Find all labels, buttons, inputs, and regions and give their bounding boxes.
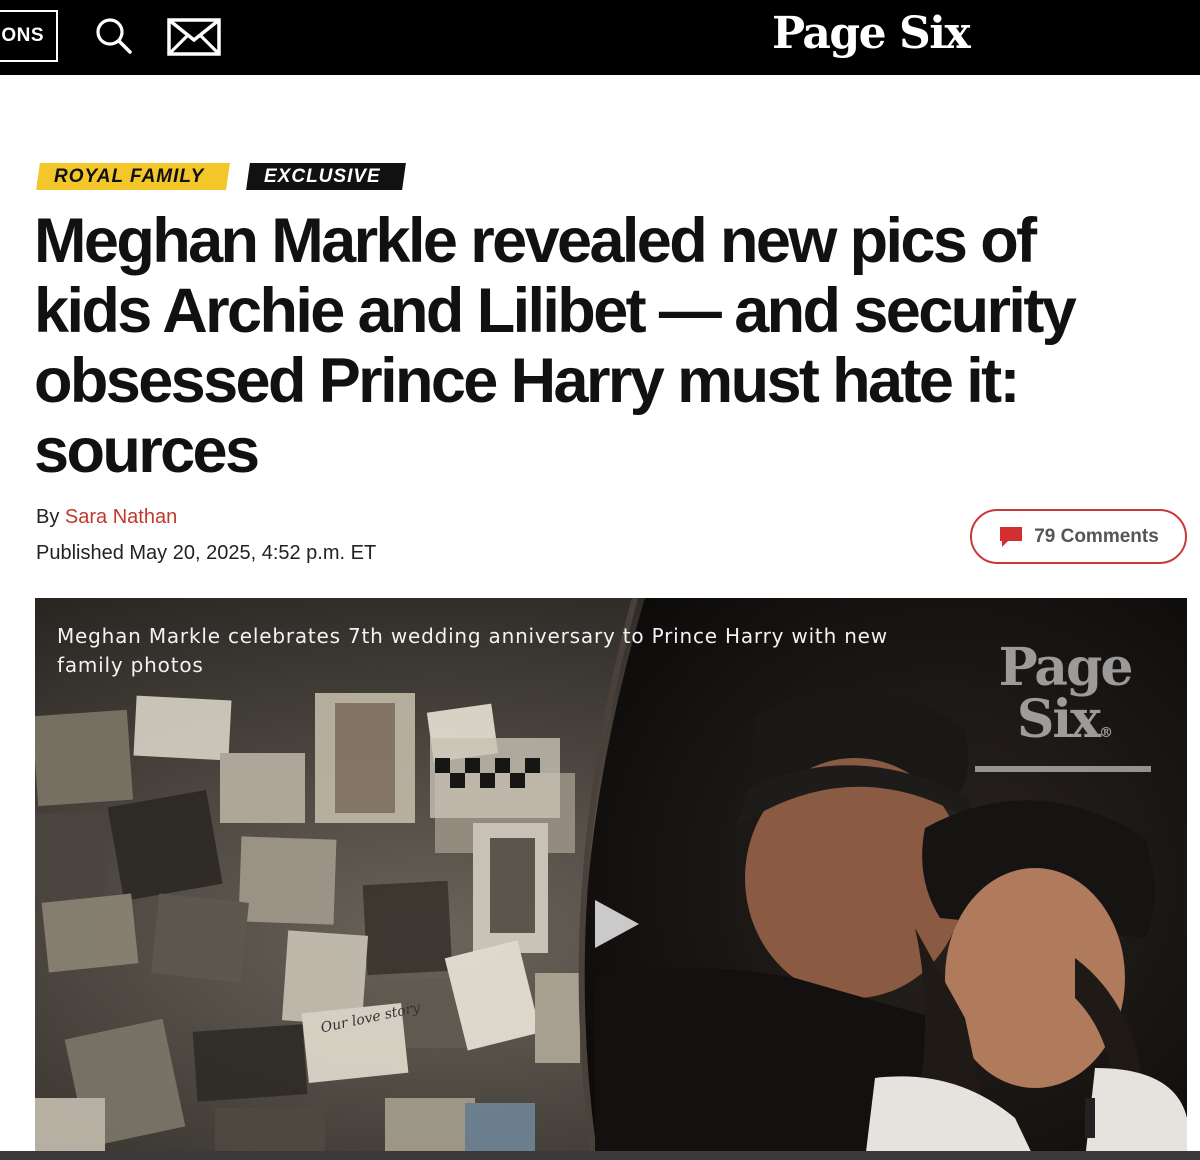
tag-exclusive[interactable]: EXCLUSIVE	[246, 163, 406, 190]
bottom-scroll-strip	[0, 1151, 1200, 1160]
sections-menu-button[interactable]: ONS	[0, 10, 58, 62]
byline-prefix: By	[36, 506, 60, 528]
video-caption: Meghan Markle celebrates 7th wedding ann…	[57, 624, 888, 677]
headline-line: sources	[34, 416, 260, 486]
tag-royal-family[interactable]: ROYAL FAMILY	[36, 163, 230, 190]
love-story-note: Our love story	[319, 999, 422, 1033]
watermark-line-2: Six®	[1016, 689, 1114, 750]
author-link[interactable]: Sara Nathan	[65, 506, 177, 528]
headline-line: Meghan Markle revealed new pics of	[34, 206, 1037, 276]
play-icon[interactable]	[591, 898, 641, 950]
published-date: Published May 20, 2025, 4:52 p.m. ET	[36, 542, 377, 564]
comment-bubble-icon	[1000, 526, 1023, 547]
page-six-logo[interactable]: Page Six	[772, 6, 971, 62]
page-six-watermark: Page Six®	[975, 642, 1155, 759]
article-headline: Meghan Markle revealed new pics of kids …	[34, 206, 1154, 486]
mail-icon[interactable]	[167, 18, 221, 56]
comments-button[interactable]: 79 Comments	[970, 509, 1187, 564]
watermark-underline	[975, 766, 1151, 772]
headline-line: kids Archie and Lilibet — and security	[34, 276, 1077, 346]
top-bar: ONS Page Six	[0, 0, 1200, 75]
comments-count: 79 Comments	[1034, 525, 1159, 547]
video-player[interactable]: Meghan Markle celebrates 7th wedding ann…	[35, 598, 1187, 1160]
article-tags: ROYAL FAMILY EXCLUSIVE	[36, 163, 406, 190]
love-story-note-text: Our love story	[319, 999, 422, 1033]
watermark-line-1: Page	[998, 637, 1134, 698]
headline-line: obsessed Prince Harry must hate it:	[34, 346, 1020, 416]
byline: By Sara Nathan	[36, 506, 177, 529]
search-icon[interactable]	[94, 16, 134, 56]
registered-mark: ®	[1099, 725, 1114, 741]
